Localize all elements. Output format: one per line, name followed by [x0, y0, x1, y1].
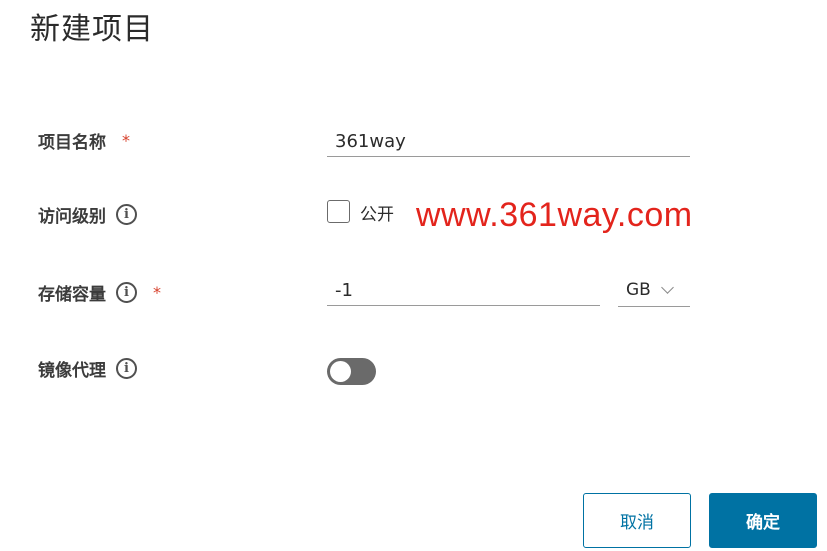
project-name-label: 项目名称: [38, 133, 106, 153]
proxy-cache-label: 镜像代理: [38, 361, 106, 381]
storage-unit-select[interactable]: GB: [618, 274, 690, 307]
watermark-text: www.361way.com: [416, 196, 693, 234]
required-mark: *: [122, 131, 130, 150]
toggle-knob: [330, 361, 351, 382]
required-mark: *: [153, 283, 161, 302]
info-icon[interactable]: i: [116, 282, 137, 303]
storage-quota-label: 存储容量: [38, 285, 106, 305]
access-level-label: 访问级别: [38, 207, 106, 227]
project-name-input[interactable]: [327, 127, 690, 157]
info-icon[interactable]: i: [116, 204, 137, 225]
proxy-cache-toggle[interactable]: [327, 358, 376, 385]
cancel-button[interactable]: 取消: [583, 493, 691, 548]
access-level-label-row: 访问级别 i: [38, 202, 137, 227]
chevron-down-icon: [660, 281, 674, 294]
storage-quota-input[interactable]: [327, 276, 600, 306]
project-name-label-row: 项目名称 *: [38, 128, 130, 153]
storage-quota-label-row: 存储容量 i *: [38, 280, 161, 305]
public-checkbox[interactable]: [327, 200, 350, 223]
storage-unit-value: GB: [626, 280, 651, 300]
dialog-title: 新建项目: [30, 12, 154, 47]
ok-button[interactable]: 确定: [709, 493, 817, 548]
public-checkbox-label[interactable]: 公开: [360, 200, 394, 225]
info-icon[interactable]: i: [116, 358, 137, 379]
proxy-cache-label-row: 镜像代理 i: [38, 356, 137, 381]
